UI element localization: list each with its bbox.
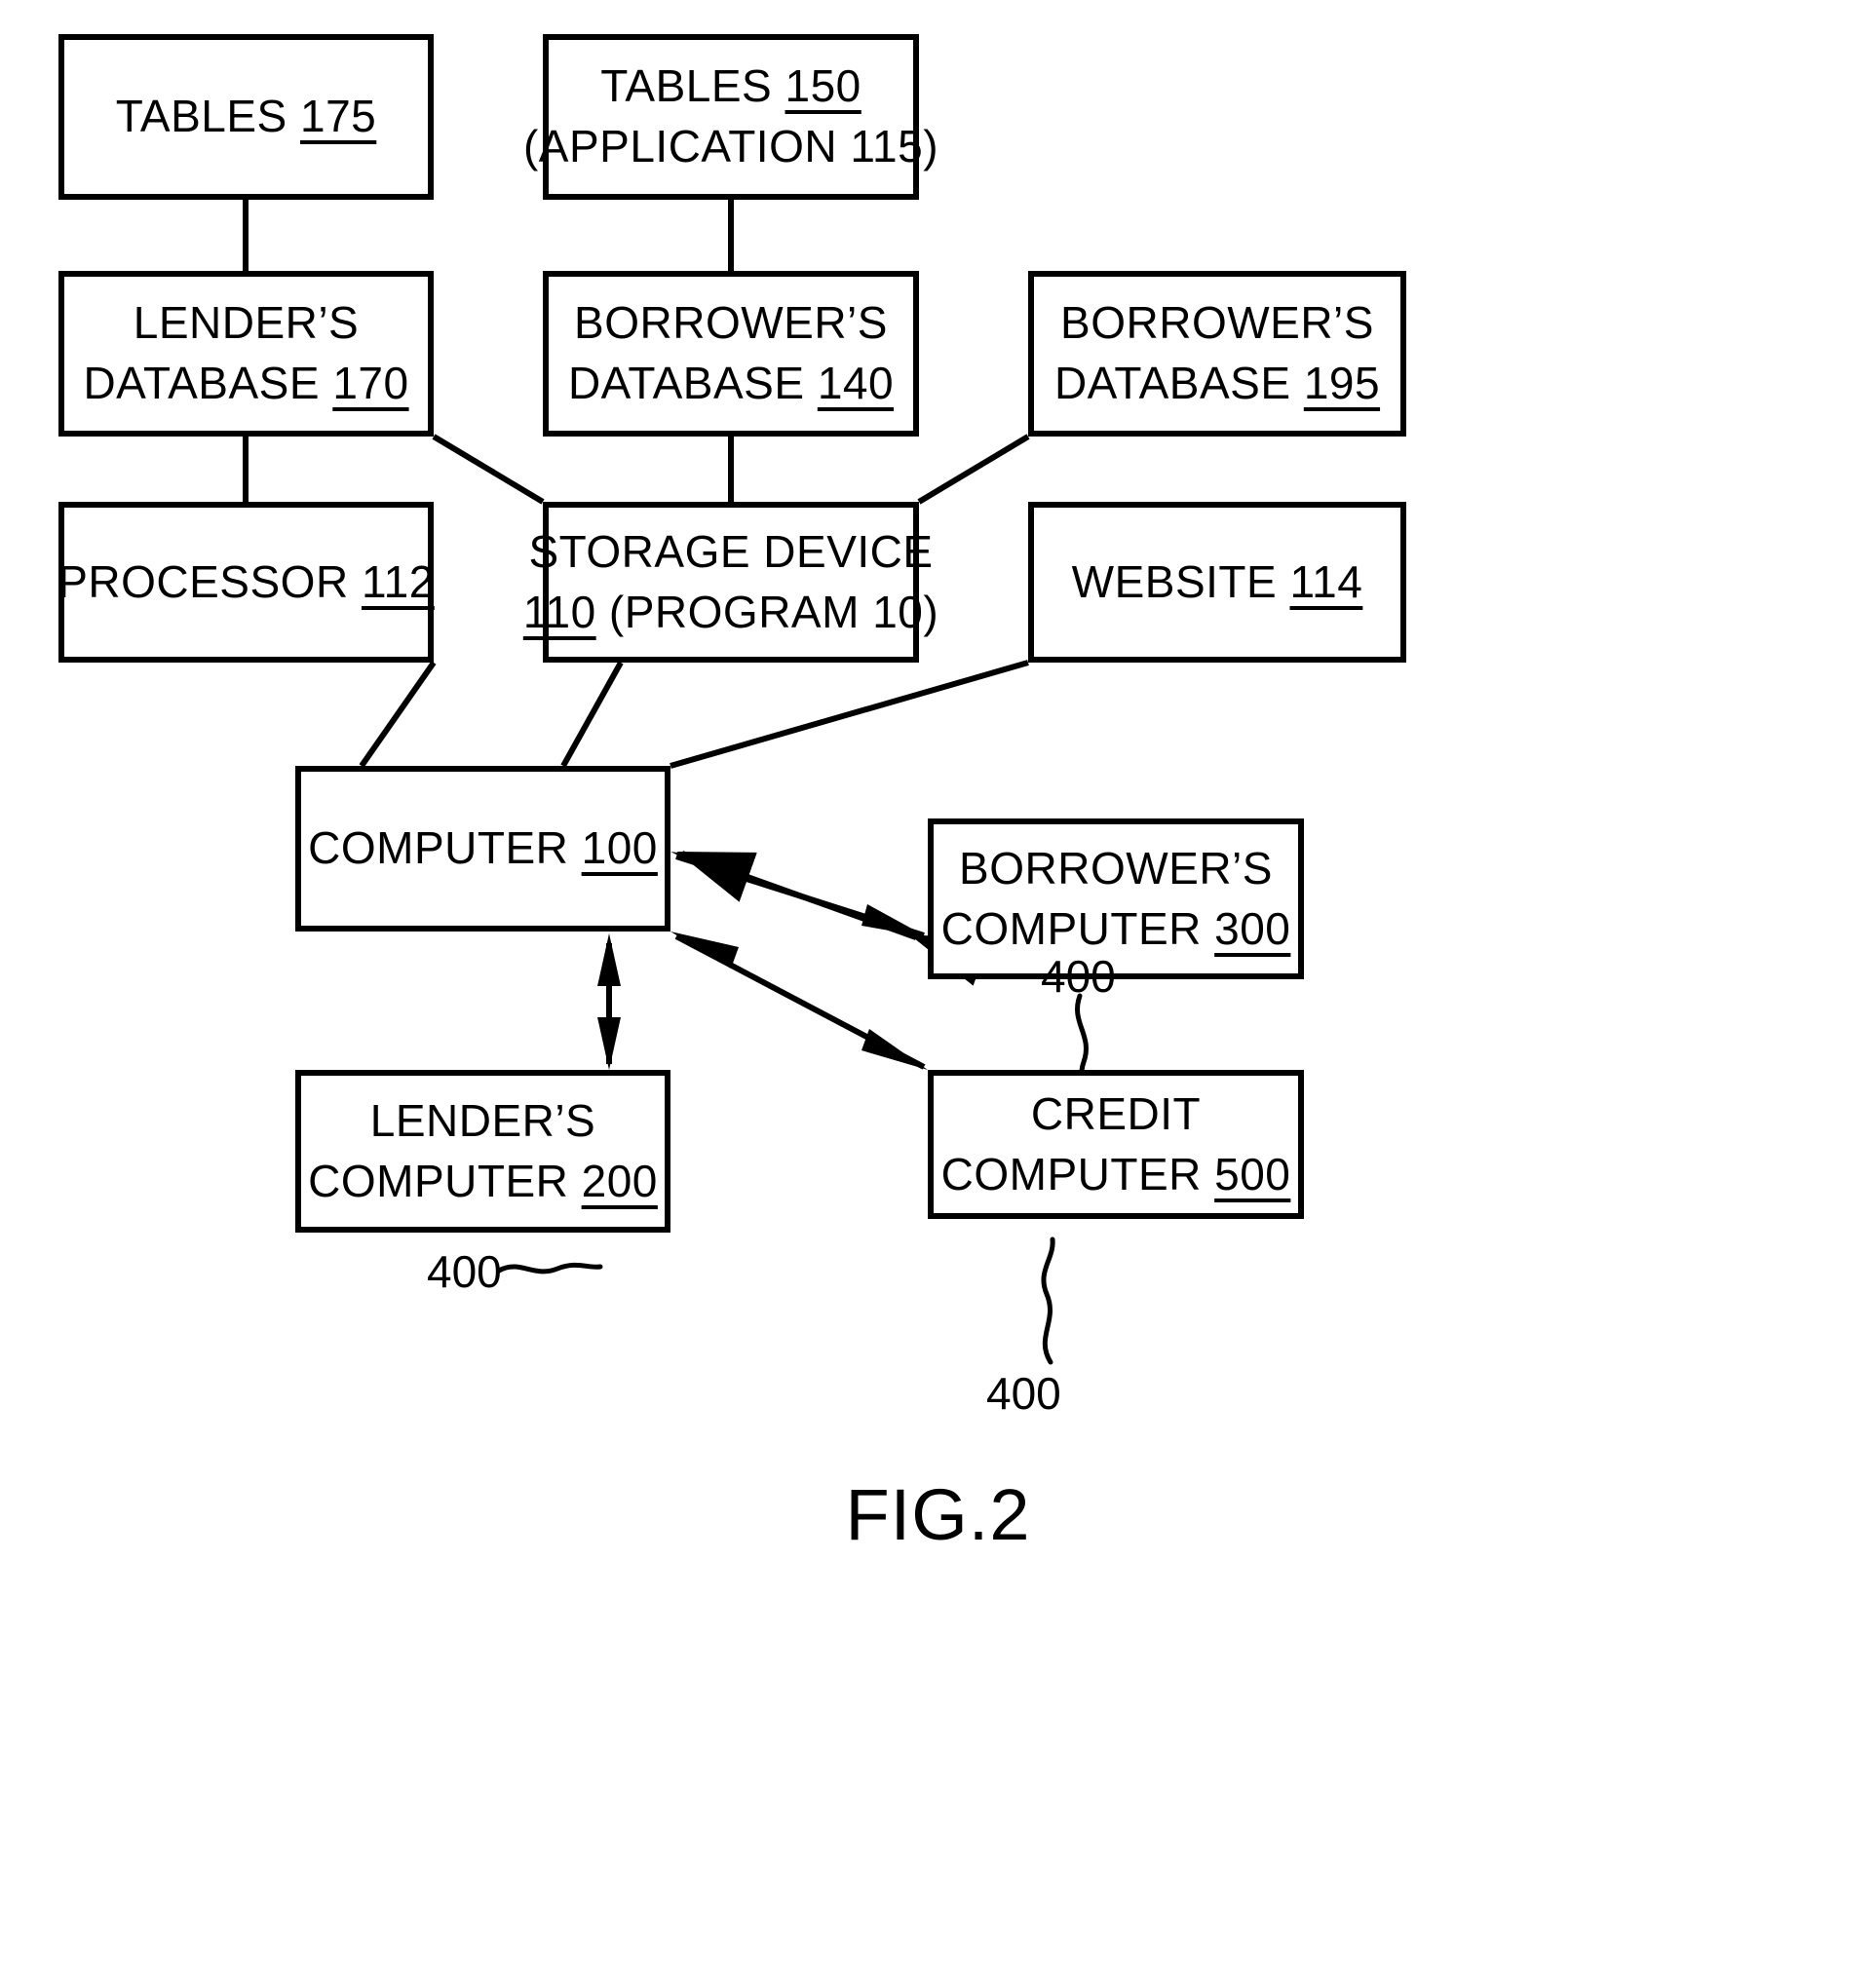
connector-borrowers-db195-storage bbox=[917, 434, 1030, 505]
arrow-shaft-borrower bbox=[675, 854, 925, 938]
ref-label-network-borrower: 400 bbox=[1041, 951, 1116, 1002]
node-lenders-computer-200: LENDER’S COMPUTER 200 bbox=[295, 1070, 670, 1233]
connector-website-computer bbox=[670, 660, 1029, 769]
leader-squiggle-credit bbox=[1041, 1236, 1055, 1365]
node-processor-112-label: PROCESSOR 112 bbox=[57, 555, 435, 607]
node-lenders-database-170-label-line2: DATABASE 170 bbox=[83, 358, 409, 408]
node-computer-100: COMPUTER 100 bbox=[295, 766, 670, 932]
node-credit-computer-500-label-line1: CREDIT bbox=[1030, 1087, 1202, 1139]
leader-squiggle-lender bbox=[496, 1262, 603, 1274]
ref-label-network-credit: 400 bbox=[986, 1368, 1061, 1419]
node-borrowers-database-195: BORROWER’S DATABASE 195 bbox=[1028, 271, 1406, 437]
node-lenders-database-170-label-line1: LENDER’S bbox=[133, 297, 360, 349]
node-tables-150-label-line1: TABLES 150 bbox=[600, 60, 861, 112]
arrow-computer-borrowers-computer bbox=[676, 851, 991, 986]
node-borrowers-database-140-label-line2: DATABASE 140 bbox=[567, 358, 895, 408]
node-borrowers-database-140-label-line1: BORROWER’S bbox=[574, 297, 888, 349]
connector-lenders-db-storage bbox=[432, 434, 545, 505]
node-tables-150: TABLES 150 (APPLICATION 115) bbox=[523, 34, 938, 200]
node-lenders-computer-200-label-line2: COMPUTER 200 bbox=[308, 1155, 658, 1206]
node-tables-150-label-line2: (APPLICATION 115) bbox=[522, 121, 939, 171]
connector-processor-computer bbox=[359, 661, 437, 768]
node-borrowers-database-195-label-line1: BORROWER’S bbox=[1060, 297, 1374, 349]
node-website-114-label: WEBSITE 114 bbox=[1071, 555, 1363, 607]
node-website-114: WEBSITE 114 bbox=[1028, 502, 1406, 663]
node-borrowers-database-140: BORROWER’S DATABASE 140 bbox=[543, 271, 919, 437]
node-borrowers-computer-300-label-line1: BORROWER’S bbox=[959, 842, 1273, 894]
node-storage-device-110-label-line1: STORAGE DEVICE bbox=[528, 525, 934, 577]
node-borrowers-database-195-label-line2: DATABASE 195 bbox=[1053, 358, 1381, 408]
node-storage-device-110: STORAGE DEVICE 110 (PROGRAM 10) bbox=[523, 502, 938, 663]
node-tables-175-label: TABLES 175 bbox=[115, 91, 377, 142]
arrow-computer-borrowers-computer-heads bbox=[670, 852, 928, 937]
node-lenders-database-170: LENDER’S DATABASE 170 bbox=[58, 271, 434, 437]
node-borrowers-computer-300: BORROWER’S COMPUTER 300 bbox=[928, 818, 1304, 979]
arrow-computer-lenders-computer-heads bbox=[597, 933, 621, 1070]
ref-label-network-lender: 400 bbox=[427, 1246, 502, 1297]
node-borrowers-computer-300-label-line2: COMPUTER 300 bbox=[940, 902, 1291, 954]
node-processor-112: PROCESSOR 112 bbox=[57, 502, 435, 663]
figure-2-diagram: TABLES 175 TABLES 150 (APPLICATION 115) … bbox=[0, 0, 1876, 1978]
node-computer-100-label: COMPUTER 100 bbox=[308, 822, 658, 874]
node-tables-175: TABLES 175 bbox=[58, 34, 434, 200]
arrow-shaft-credit bbox=[674, 933, 926, 1070]
node-storage-device-110-label-line2: 110 (PROGRAM 10) bbox=[522, 586, 939, 637]
node-credit-computer-500: CREDIT COMPUTER 500 bbox=[928, 1070, 1304, 1219]
connector-storage-computer bbox=[560, 661, 624, 768]
figure-caption: FIG.2 bbox=[845, 1474, 1031, 1555]
node-lenders-computer-200-label-line1: LENDER’S bbox=[369, 1094, 596, 1146]
node-credit-computer-500-label-line2: COMPUTER 500 bbox=[940, 1148, 1291, 1199]
arrow-computer-credit-computer-heads bbox=[670, 932, 928, 1070]
